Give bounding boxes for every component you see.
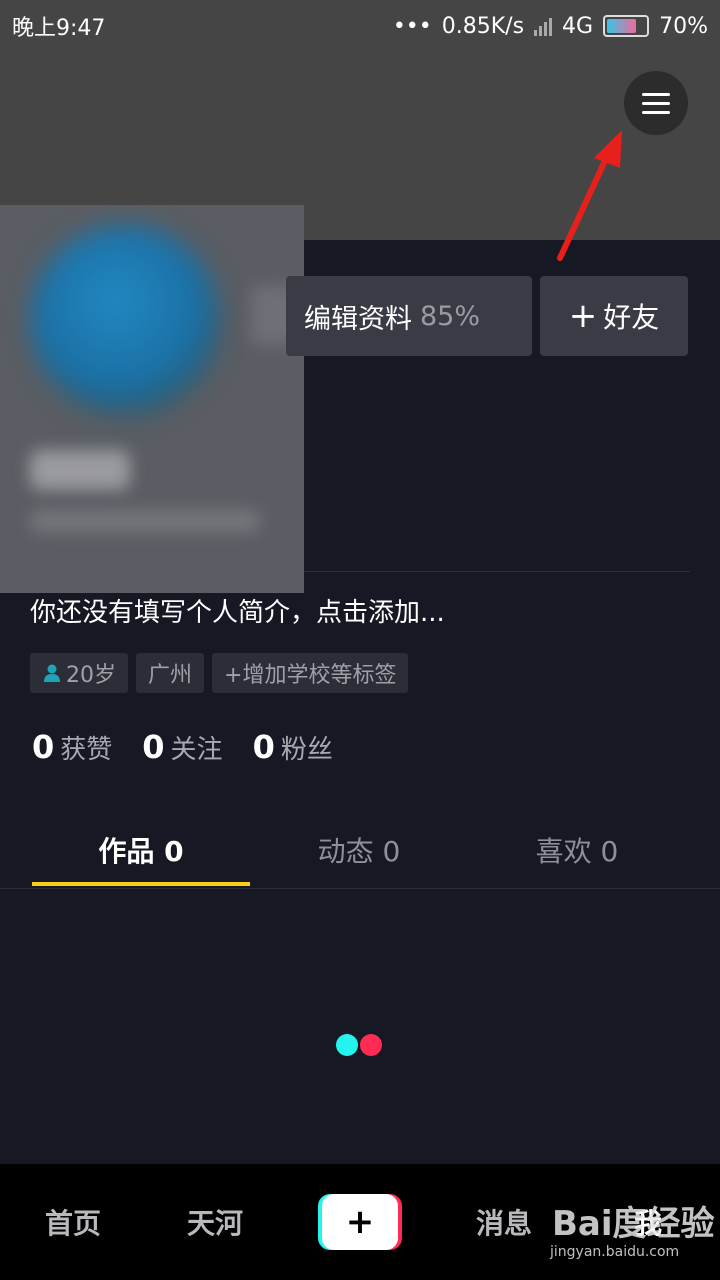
battery-icon xyxy=(603,15,650,37)
stat-fans-value: 0 xyxy=(252,728,275,766)
menu-button[interactable] xyxy=(624,71,688,135)
hamburger-menu-icon xyxy=(642,92,670,96)
nav-tianhe[interactable]: 天河 xyxy=(170,1164,260,1280)
avatar[interactable] xyxy=(30,225,220,415)
battery-level: 70% xyxy=(659,13,708,39)
bio-placeholder[interactable]: 你还没有填写个人简介，点击添加... xyxy=(30,592,445,629)
tab-likes[interactable]: 喜欢 0 xyxy=(468,818,686,882)
edit-profile-label: 编辑资料 xyxy=(304,303,412,335)
stat-following[interactable]: 0 关注 xyxy=(142,728,222,766)
profile-tags: 20岁 广州 +增加学校等标签 xyxy=(30,653,409,693)
status-bar: 晚上9:47 ••• 0.85K/s 4G 70% xyxy=(0,0,720,52)
content-tabs: 作品 0 动态 0 喜欢 0 xyxy=(32,818,688,888)
stat-likes-label: 获赞 xyxy=(60,735,113,765)
status-dots: ••• xyxy=(392,13,432,39)
tab-activity[interactable]: 动态 0 xyxy=(250,818,468,882)
blurred-username xyxy=(30,450,130,490)
stat-following-label: 关注 xyxy=(170,735,223,765)
stat-likes-value: 0 xyxy=(32,728,55,766)
loader-dot-red xyxy=(360,1034,382,1056)
blurred-profile-info xyxy=(0,205,304,593)
add-tag-label: +增加学校等标签 xyxy=(224,663,397,688)
loading-indicator xyxy=(336,1034,382,1056)
tag-location-label: 广州 xyxy=(148,663,193,688)
tabs-divider xyxy=(0,888,720,889)
plus-icon: + xyxy=(568,296,598,336)
profile-stats: 0 获赞 0 关注 0 粉丝 xyxy=(32,728,333,766)
tag-age-label: 20岁 xyxy=(66,663,116,688)
signal-icon xyxy=(534,16,553,36)
tag-age[interactable]: 20岁 xyxy=(30,653,128,693)
profile-completion: 85% xyxy=(420,300,481,332)
add-friend-label: 好友 xyxy=(603,301,660,334)
status-indicators: ••• 0.85K/s 4G 70% xyxy=(393,14,708,39)
stat-following-value: 0 xyxy=(142,728,165,766)
loader-dot-cyan xyxy=(336,1034,358,1056)
network-speed: 0.85K/s xyxy=(441,13,525,39)
stat-likes[interactable]: 0 获赞 xyxy=(32,728,112,766)
person-icon xyxy=(44,664,60,682)
add-tag-button[interactable]: +增加学校等标签 xyxy=(212,653,409,693)
nav-messages[interactable]: 消息 xyxy=(459,1164,549,1280)
stat-fans-label: 粉丝 xyxy=(280,735,333,765)
baidu-watermark: Bai度经验 jingyan.baidu.com xyxy=(548,1196,718,1268)
status-time: 晚上9:47 xyxy=(12,16,106,41)
tab-works[interactable]: 作品 0 xyxy=(32,818,250,882)
stat-fans[interactable]: 0 粉丝 xyxy=(253,728,333,766)
watermark-url: jingyan.baidu.com xyxy=(550,1244,680,1260)
edit-profile-button[interactable]: 编辑资料 85% xyxy=(286,276,532,356)
active-tab-indicator xyxy=(32,882,250,886)
nav-home[interactable]: 首页 xyxy=(28,1164,118,1280)
divider xyxy=(304,571,690,572)
add-friend-button[interactable]: + 好友 xyxy=(540,276,688,356)
annotation-arrow xyxy=(557,130,622,261)
network-type: 4G xyxy=(562,13,594,39)
publish-plus-icon: + xyxy=(322,1194,398,1250)
blurred-user-id xyxy=(30,510,260,532)
publish-button[interactable]: + xyxy=(318,1194,402,1250)
tag-location[interactable]: 广州 xyxy=(136,653,205,693)
watermark-brand: Bai度经验 xyxy=(552,1204,715,1244)
